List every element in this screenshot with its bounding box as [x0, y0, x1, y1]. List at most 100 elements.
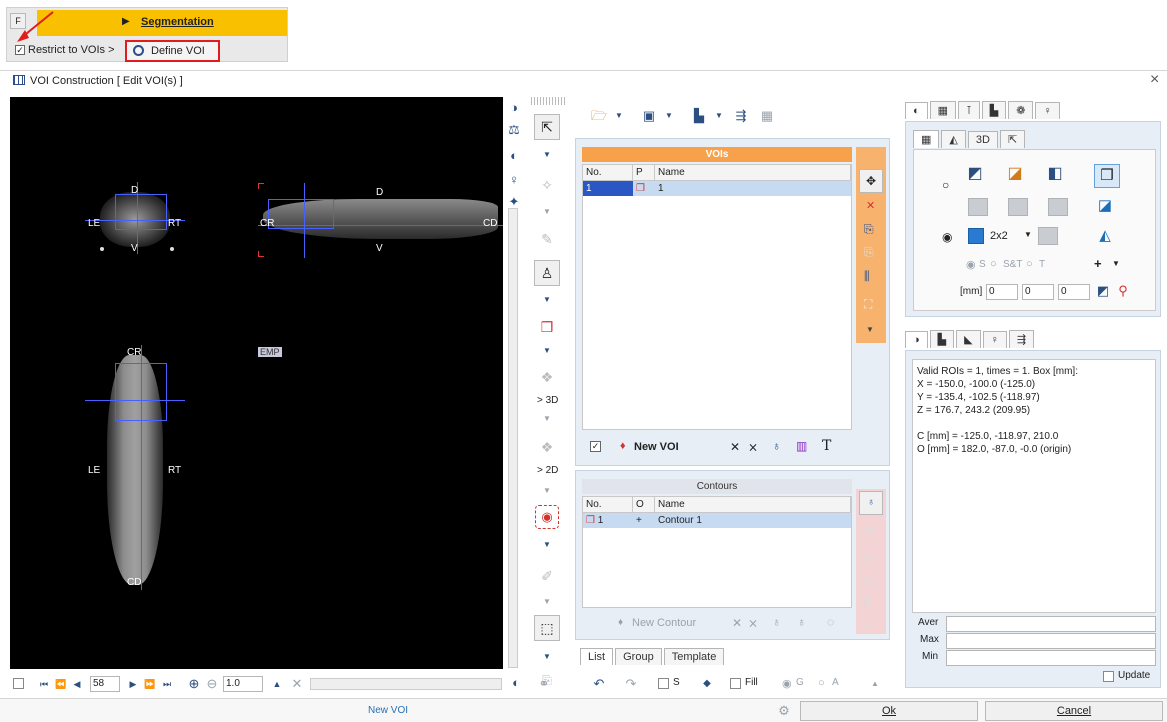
- tab-contrast[interactable]: ◐: [905, 102, 928, 119]
- ok-button[interactable]: Ok: [800, 701, 978, 721]
- contrast-icon[interactable]: ◐: [505, 148, 523, 164]
- render-3d-button[interactable]: ❖: [534, 365, 560, 391]
- new-contour-button[interactable]: New Contour: [632, 617, 696, 629]
- edit-contour-icon[interactable]: ♁: [772, 615, 781, 629]
- plus-icon[interactable]: +: [1094, 256, 1102, 271]
- statistics-icon[interactable]: ▙: [690, 108, 708, 124]
- radio-s[interactable]: ◉: [966, 258, 976, 271]
- s-checkbox[interactable]: [658, 678, 669, 689]
- update-checkbox[interactable]: [1103, 671, 1114, 682]
- slice-field[interactable]: 58: [90, 676, 120, 692]
- mm-y-field[interactable]: 0: [1022, 284, 1054, 300]
- vois-select-checkbox[interactable]: ✓: [590, 441, 601, 452]
- define-voi-button[interactable]: Define VOI: [125, 40, 220, 62]
- dropdown-icon-7[interactable]: ▼: [538, 537, 556, 553]
- layout-icon-5[interactable]: ◪: [1096, 198, 1114, 214]
- save-icon[interactable]: ▣: [640, 108, 658, 124]
- paste-voi-icon[interactable]: ⎘: [864, 245, 874, 260]
- cube-red-button[interactable]: ❒: [534, 315, 560, 341]
- delete-all-icon[interactable]: ⨯: [748, 440, 758, 454]
- align-voi-icon[interactable]: ⫼: [864, 269, 870, 284]
- forward-icon[interactable]: ⏩: [141, 676, 159, 692]
- statistics-dropdown-icon[interactable]: ▼: [710, 108, 728, 124]
- link-icon[interactable]: ⚭: [535, 676, 553, 692]
- dropdown-icon-5[interactable]: ▼: [538, 411, 556, 427]
- dropdown-icon-1[interactable]: ▼: [538, 147, 556, 163]
- subtab-cursor[interactable]: ⇱: [999, 130, 1026, 148]
- delete-icon[interactable]: ✕: [730, 440, 740, 454]
- tab-chart[interactable]: ▙: [981, 101, 1007, 119]
- roi-icon[interactable]: ♁: [859, 491, 883, 515]
- contour-tool-icon-1[interactable]: ⎘: [864, 551, 874, 566]
- max-field[interactable]: [946, 633, 1156, 649]
- dropdown-icon-3[interactable]: ▼: [538, 292, 556, 308]
- radio-grid[interactable]: ◉: [942, 230, 952, 244]
- delete-contour-icon[interactable]: ✕: [732, 616, 742, 630]
- to-3d-label[interactable]: > 3D: [537, 395, 558, 406]
- close-icon[interactable]: ×: [1150, 71, 1159, 89]
- delete-all-contours-icon[interactable]: ⨯: [748, 616, 758, 630]
- tab-group[interactable]: Group: [615, 648, 662, 665]
- color-table-icon[interactable]: ▥: [796, 439, 807, 453]
- subtab-3d[interactable]: 3D: [967, 131, 998, 148]
- select-tool-button[interactable]: ⇱: [534, 114, 560, 140]
- segmentation-bar[interactable]: ▶ Segmentation: [37, 10, 287, 36]
- dropdown-icon-4[interactable]: ▼: [538, 343, 556, 359]
- box-1[interactable]: [968, 198, 988, 216]
- contour-stats-icon[interactable]: ♁: [797, 615, 806, 629]
- contour-tool-icon-2[interactable]: ⎘: [864, 573, 874, 588]
- layout-icon-3[interactable]: ◧: [1046, 166, 1064, 182]
- tab-list[interactable]: List: [580, 648, 614, 665]
- fill-checkbox[interactable]: [730, 678, 741, 689]
- mm-z-field[interactable]: 0: [1058, 284, 1090, 300]
- grid-2x2-icon[interactable]: [968, 228, 984, 244]
- last-slice-icon[interactable]: ⏭: [158, 676, 176, 692]
- zoom-out-icon[interactable]: ⊖: [203, 676, 221, 692]
- contour-tool-icon-4[interactable]: ⛶: [864, 615, 872, 630]
- min-field[interactable]: [946, 650, 1156, 666]
- prev-slice-icon[interactable]: ◀: [68, 676, 86, 692]
- star-icon[interactable]: ✦: [505, 194, 523, 210]
- mm-x-field[interactable]: 0: [986, 284, 1018, 300]
- next-slice-icon[interactable]: ▶: [124, 676, 142, 692]
- dropdown-icon-6[interactable]: ▼: [538, 483, 556, 499]
- a-radio[interactable]: ○: [818, 677, 825, 689]
- undo-icon[interactable]: ↶: [590, 676, 608, 692]
- add-voi-icon[interactable]: ✥: [859, 169, 883, 193]
- first-slice-icon[interactable]: ⏮: [35, 676, 53, 692]
- voi-properties-icon[interactable]: ♁: [772, 439, 781, 453]
- tab-plot[interactable]: ◣: [956, 330, 981, 348]
- radio-st[interactable]: ○: [990, 258, 997, 270]
- info-text-area[interactable]: Valid ROIs = 1, times = 1. Box [mm]: X =…: [912, 359, 1156, 613]
- render-2d-button[interactable]: ❖: [534, 435, 560, 461]
- dropdown-icon-9[interactable]: ▼: [538, 649, 556, 665]
- plus-dropdown-icon[interactable]: ▼: [1112, 259, 1120, 268]
- layout-icon-4[interactable]: ❒: [1094, 164, 1120, 188]
- delete-voi-icon[interactable]: ✕: [866, 199, 875, 212]
- tab-figure2[interactable]: ♀: [982, 331, 1007, 348]
- to-2d-label[interactable]: > 2D: [537, 465, 558, 476]
- table-row[interactable]: ❒ 1 + Contour 1: [583, 513, 851, 528]
- eraser-button[interactable]: ✐: [534, 564, 560, 590]
- radio-single[interactable]: ○: [942, 178, 949, 192]
- hierarchy-icon[interactable]: ⚖: [505, 122, 523, 138]
- image-viewer[interactable]: D LE RT V D CR CD V EMP CR LE RT CD: [10, 97, 503, 669]
- text-icon[interactable]: T: [822, 438, 831, 454]
- circle-info-icon[interactable]: ◑: [505, 100, 523, 116]
- target-button[interactable]: ◉: [535, 505, 559, 529]
- disabled-voi-icon[interactable]: ⛶: [864, 297, 872, 312]
- apply-mm-icon[interactable]: ◩: [1094, 283, 1112, 299]
- box-2[interactable]: [1008, 198, 1028, 216]
- box-3[interactable]: [1048, 198, 1068, 216]
- eye-icon[interactable]: ◆: [698, 676, 716, 692]
- tab-thermometer[interactable]: ⊺: [958, 101, 980, 119]
- horizontal-scrollbar[interactable]: [310, 678, 502, 690]
- export-icon[interactable]: ⇶: [732, 108, 750, 124]
- tab-figure[interactable]: ♀: [1035, 102, 1060, 119]
- aver-field[interactable]: [946, 616, 1156, 632]
- move-contour-icon[interactable]: ✥: [864, 523, 874, 537]
- zoom-in-icon[interactable]: ⊕: [185, 676, 203, 692]
- subtab-grid[interactable]: ▦: [913, 130, 940, 148]
- grid-dropdown-icon[interactable]: ▼: [1024, 230, 1032, 239]
- copy-voi-icon[interactable]: ⎘: [864, 222, 874, 237]
